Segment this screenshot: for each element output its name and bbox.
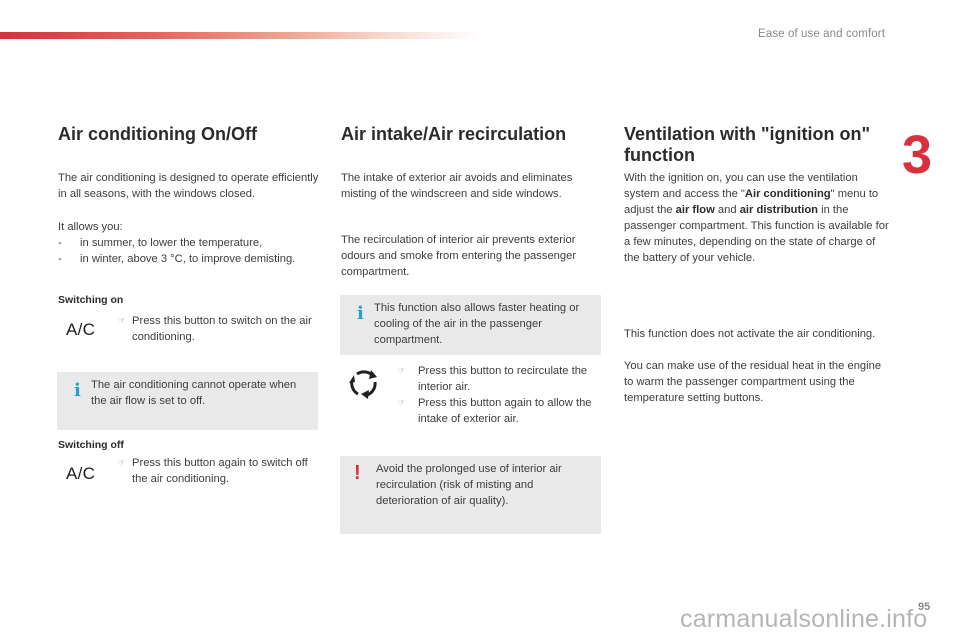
watermark: carmanualsonline.info [680,605,928,633]
pointing-hand-icon: ☞ [118,316,126,325]
step-item: ☞ Press this button to recirculate the i… [398,365,588,393]
info-icon: i [357,303,364,324]
ac-button-icon: A/C [66,464,96,483]
page-number: 95 [918,601,931,613]
list-marker: - [58,237,62,249]
intake-para: The intake of exterior air avoids and el… [341,172,573,200]
step-item: ☞ Press this button again to allow the i… [398,397,592,425]
recirculation-steps: ☞ Press this button to recirculate the i… [398,363,603,427]
chapter-number: 3 [902,125,933,185]
switching-off-steps: ☞ Press this button again to switch off … [118,455,323,487]
info-note-text: The air conditioning cannot operate when… [91,379,297,407]
pointing-hand-icon: ☞ [118,458,126,467]
pointing-hand-icon: ☞ [398,366,406,375]
ac-button-icon: A/C [66,320,96,339]
switching-on-heading: Switching on [58,294,124,306]
warning-note-box: ! Avoid the prolonged use of interior ai… [340,456,601,534]
list-item: - in winter, above 3 °C, to improve demi… [58,253,296,265]
section-title: Air conditioning On/Off [58,124,257,144]
allows-label: It allows you: [58,221,123,233]
section-title: Ventilation with "ignition on" function [624,124,871,165]
info-note-box: i This function also allows faster heati… [340,295,601,355]
section-air-conditioning: Air conditioning On/Off [58,124,320,145]
warning-icon: ! [354,462,361,484]
step-item: ☞ Press this button again to switch off … [118,457,308,485]
info-note-box: i The air conditioning cannot operate wh… [57,372,318,430]
list-item: - in summer, to lower the temperature, [58,237,263,249]
section-ventilation-ignition-on: Ventilation with "ignition on" function [624,124,894,166]
residual-heat-para: You can make use of the residual heat in… [624,360,882,404]
pointing-hand-icon: ☞ [398,398,406,407]
list-marker: - [58,253,62,265]
warning-note-text: Avoid the prolonged use of interior air … [376,463,562,507]
no-ac-para: This function does not activate the air … [624,328,876,340]
info-icon: i [74,380,81,401]
step-item: ☞ Press this button to switch on the air… [118,315,312,343]
section-air-recirculation: Air intake/Air recirculation [341,124,603,145]
allows-list: - in summer, to lower the temperature, -… [58,235,328,267]
switching-off-heading: Switching off [58,439,124,451]
ac-intro: The air conditioning is designed to oper… [58,172,319,200]
ventilation-para: With the ignition on, you can use the ve… [624,172,889,264]
recirculation-button-icon [347,367,381,401]
recirculation-para: The recirculation of interior air preven… [341,234,577,278]
header-accent-bar [0,32,480,39]
chapter-title: Ease of use and comfort [758,28,885,40]
switching-on-steps: ☞ Press this button to switch on the air… [118,313,323,345]
section-title: Air intake/Air recirculation [341,124,567,144]
info-note-text: This function also allows faster heating… [374,302,580,346]
